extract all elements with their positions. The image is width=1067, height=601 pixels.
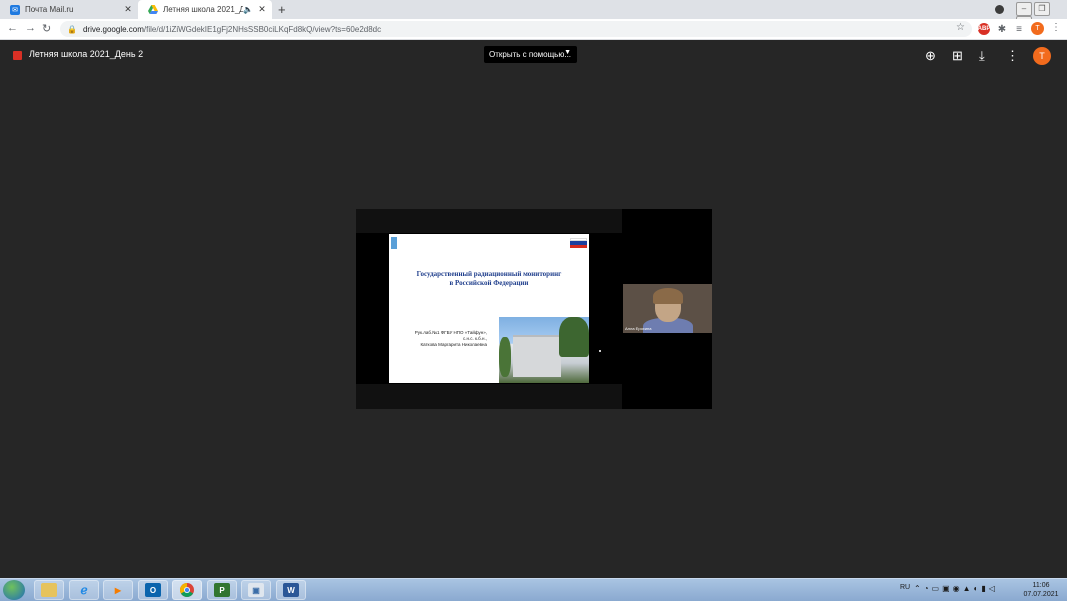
maximize-icon[interactable]: ❐ (1034, 2, 1050, 16)
open-with-button[interactable]: Открыть с помощью... ▼ (484, 46, 577, 63)
file-name: Летняя школа 2021_День 2 (29, 49, 144, 59)
reading-list-icon[interactable]: ≡ (1013, 23, 1025, 35)
download-icon[interactable]: ⤓ (979, 48, 985, 64)
open-with-label: Открыть с помощью... (489, 50, 572, 59)
slide-title-line: в Российской Федерации (449, 279, 529, 287)
speaker-icon[interactable]: 🔈 (243, 5, 253, 14)
webcam-tile: Алла Ерохина (623, 284, 712, 333)
add-to-drive-icon[interactable]: ⊕ (925, 48, 936, 64)
tab-mail[interactable]: ✉ Почта Mail.ru ✕ (0, 0, 138, 19)
taskbar: ℯ ▶ O P ▣ W RU ⌃◔▭▣◉▲◐▮◁ 11:06 07.07.202… (0, 578, 1067, 601)
building-shape (513, 335, 561, 377)
slide-title-line: Государственный радиационный мониторинг (416, 270, 562, 278)
taskbar-word[interactable]: W (276, 580, 306, 600)
forward-arrow-icon[interactable]: → (25, 22, 36, 34)
minimize-icon[interactable]: – (1016, 2, 1032, 16)
chrome-icon (179, 583, 195, 597)
clock-time: 11:06 (1032, 582, 1050, 589)
clock[interactable]: 11:06 07.07.2021 (1020, 581, 1062, 599)
slide-logo-icon (391, 237, 397, 249)
slide-author: Рук.лаб.№1 ФГБУ НПО «Тайфун», с.н.с. к.б… (397, 330, 487, 348)
adblock-extension-icon[interactable]: ABP (978, 23, 990, 35)
caret-down-icon: ▼ (564, 49, 571, 56)
reload-icon[interactable]: ↻ (42, 22, 51, 35)
start-button[interactable] (3, 580, 25, 600)
app-window-icon: ▣ (248, 583, 264, 597)
word-icon: W (283, 583, 299, 597)
tab-drive[interactable]: Летняя школа 2021_День 2 🔈 ✕ (138, 0, 272, 19)
cursor-dot (599, 350, 601, 352)
folder-icon (41, 583, 57, 597)
outlook-icon: O (145, 583, 161, 597)
mail-icon: ✉ (10, 4, 20, 15)
system-tray-icons[interactable]: ⌃◔▭▣◉▲◐▮◁ (914, 584, 998, 593)
person-hair (653, 288, 683, 304)
extensions-puzzle-icon[interactable]: ✱ (996, 23, 1008, 35)
presentation-slide: Государственный радиационный мониторинг … (389, 234, 589, 383)
browser-menu-icon[interactable]: ⋮ (1051, 22, 1061, 33)
internet-explorer-icon: ℯ (80, 583, 88, 597)
taskbar-media-player[interactable]: ▶ (103, 580, 133, 600)
taskbar-chrome[interactable] (172, 580, 202, 600)
more-options-icon[interactable]: ⋮ (1006, 48, 1019, 64)
lock-icon: 🔒 (67, 24, 77, 34)
browser-profile-avatar[interactable]: T (1031, 22, 1044, 35)
tab-title: Почта Mail.ru (25, 5, 74, 14)
url-host: drive.google.com (82, 24, 144, 34)
back-arrow-icon[interactable]: ← (7, 22, 18, 34)
star-icon[interactable]: ☆ (956, 22, 965, 33)
address-bar[interactable]: 🔒 drive.google.com/file/d/1iZiWGdekIE1gF… (60, 21, 972, 37)
tree-shape (499, 337, 511, 377)
new-tab-button[interactable]: + (278, 2, 286, 17)
input-language[interactable]: RU (900, 584, 910, 591)
tree-shape (559, 317, 589, 357)
record-icon[interactable] (995, 5, 1004, 14)
media-player-icon: ▶ (114, 585, 122, 595)
taskbar-project[interactable]: P (207, 580, 237, 600)
russian-flag-icon (570, 238, 587, 248)
taskbar-explorer[interactable] (34, 580, 64, 600)
drive-icon (148, 5, 158, 15)
user-avatar[interactable]: T (1033, 47, 1051, 65)
slide-author-line: Каткова Маргарита Николаевна (420, 342, 487, 347)
video-player[interactable]: Государственный радиационный мониторинг … (356, 209, 712, 409)
taskbar-outlook[interactable]: O (138, 580, 168, 600)
url-path: /file/d/1iZiWGdekIE1gFj2NHsSSB0ciLKqFd8k… (143, 24, 382, 34)
close-icon[interactable]: ✕ (256, 4, 268, 15)
participant-name: Алла Ерохина (625, 326, 652, 331)
video-file-icon (13, 51, 22, 60)
taskbar-ie[interactable]: ℯ (69, 580, 99, 600)
tab-strip: ✉ Почта Mail.ru ✕ Летняя школа 2021_День… (0, 0, 1067, 30)
building-photo (499, 317, 589, 383)
slide-title: Государственный радиационный мониторинг … (403, 270, 575, 288)
taskbar-app[interactable]: ▣ (241, 580, 271, 600)
tab-title: Летняя школа 2021_День 2 (163, 5, 244, 14)
video-letterbox-bottom (356, 384, 622, 409)
browser-toolbar: ← → ↻ 🔒 drive.google.com/file/d/1iZiWGde… (0, 19, 1067, 40)
video-letterbox-top (356, 209, 622, 233)
add-comment-icon[interactable]: ⊞ (952, 48, 963, 64)
project-icon: P (214, 583, 230, 597)
close-icon[interactable]: ✕ (122, 4, 134, 15)
clock-date: 07.07.2021 (1023, 591, 1059, 598)
